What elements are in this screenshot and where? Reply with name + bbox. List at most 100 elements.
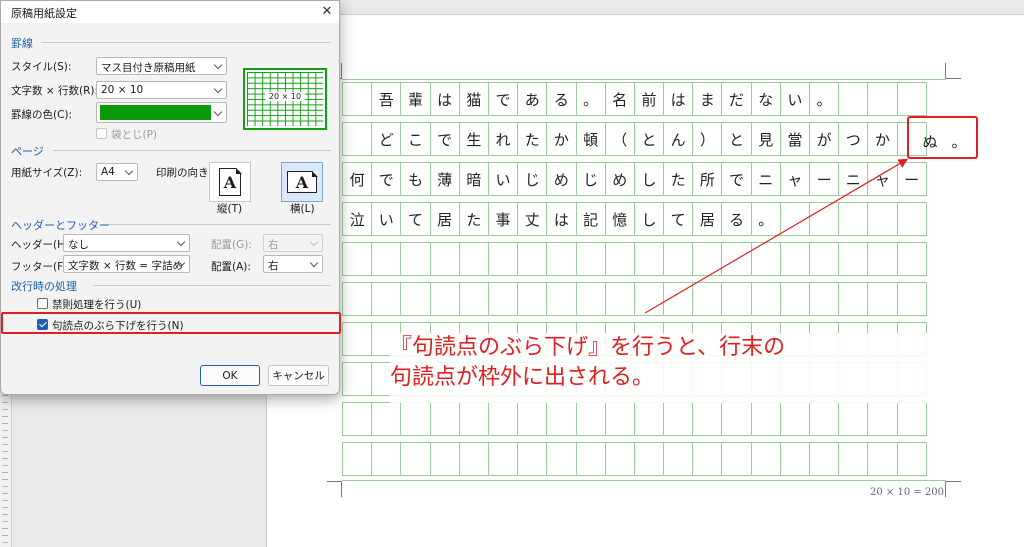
grid-cell[interactable]: 前 [633,82,665,116]
grid-cell[interactable] [371,242,402,276]
grid-cell[interactable]: ま [692,82,723,116]
grid-cell[interactable]: （ [604,122,635,156]
grid-cell[interactable]: し [633,162,665,196]
footer-align-select[interactable]: 右 [263,255,323,273]
grid-cell[interactable] [663,242,694,276]
grid-cell[interactable] [487,442,519,476]
grid-cell[interactable] [779,442,810,476]
grid-cell[interactable]: 何 [342,162,373,196]
grid-cell[interactable]: ャ [779,162,810,196]
grid-cell[interactable] [896,442,927,476]
grid-cell[interactable] [867,82,898,116]
grid-cell[interactable] [517,402,548,436]
grid-cell[interactable]: ー [809,162,840,196]
grid-cell[interactable] [838,202,869,236]
kinsoku-checkbox[interactable] [37,298,48,309]
grid-cell[interactable] [896,242,927,276]
grid-cell[interactable] [750,402,781,436]
grid-cell[interactable]: は [546,202,577,236]
grid-cell[interactable] [400,282,431,316]
grid-cell[interactable]: も [400,162,431,196]
grid-cell[interactable] [517,442,548,476]
grid-cell[interactable]: 居 [692,202,723,236]
grid-cell[interactable]: 輩 [400,82,431,116]
grid-cell[interactable] [517,282,548,316]
grid-cell[interactable] [721,242,752,276]
grid-cell[interactable] [371,282,402,316]
grid-cell[interactable]: で [721,162,752,196]
grid-cell[interactable] [809,402,840,436]
grid-cell[interactable] [604,282,635,316]
grid-cell[interactable] [779,202,810,236]
grid-cell[interactable]: 見 [750,122,781,156]
grid-cell[interactable]: ニ [750,162,781,196]
grid-cell[interactable] [896,282,927,316]
grid-cell[interactable] [342,442,373,476]
grid-cell[interactable] [400,242,431,276]
grid-cell[interactable] [458,402,489,436]
grid-cell[interactable] [342,82,373,116]
cancel-button[interactable]: キャンセル [268,365,329,386]
grid-cell[interactable] [575,442,606,476]
grid-cell[interactable] [604,442,635,476]
grid-cell[interactable]: 頓 [575,122,606,156]
close-icon[interactable]: ✕ [319,3,335,19]
grid-cell[interactable]: 名 [604,82,635,116]
grid-cell[interactable]: 丈 [517,202,548,236]
line-color-select[interactable] [96,102,227,123]
grid-cell[interactable]: あ [517,82,548,116]
grid-cell[interactable] [342,322,373,356]
grid-cell[interactable] [429,402,460,436]
grid-cell[interactable] [342,282,373,316]
grid-cell[interactable] [809,442,840,476]
grid-cell[interactable]: 事 [487,202,519,236]
grid-cell[interactable] [692,242,723,276]
grid-cell[interactable]: い [371,202,402,236]
grid-cell[interactable] [838,402,869,436]
grid-cell[interactable] [546,282,577,316]
grid-cell[interactable] [809,282,840,316]
grid-cell[interactable] [809,202,840,236]
grid-cell[interactable] [575,282,606,316]
grid-cell[interactable] [838,282,869,316]
grid-cell[interactable]: 當 [779,122,810,156]
grid-cell[interactable]: で [487,82,519,116]
grid-cell[interactable] [750,282,781,316]
grid-cell[interactable] [487,402,519,436]
grid-cell[interactable]: で [429,122,460,156]
grid-cell[interactable] [867,242,898,276]
grid-cell[interactable]: 泣 [342,202,373,236]
grid-cell[interactable] [342,242,373,276]
grid-cell[interactable]: が [809,122,840,156]
grid-cell[interactable] [779,402,810,436]
grid-cell[interactable]: た [663,162,694,196]
grid-cell[interactable]: だ [721,82,752,116]
grid-cell[interactable] [867,282,898,316]
grid-cell[interactable] [867,202,898,236]
grid-cell[interactable] [867,442,898,476]
grid-cell[interactable] [400,402,431,436]
grid-cell[interactable]: か [546,122,577,156]
header-align-select[interactable]: 右 [263,234,323,252]
grid-cell[interactable] [809,242,840,276]
grid-cell[interactable]: る [721,202,752,236]
grid-cell[interactable]: て [663,202,694,236]
grid-cell[interactable] [692,282,723,316]
grid-cell[interactable] [429,282,460,316]
grid-cell[interactable] [517,242,548,276]
grid-cell[interactable] [721,282,752,316]
grid-cell[interactable] [487,242,519,276]
grid-cell[interactable] [458,442,489,476]
grid-cell[interactable] [487,282,519,316]
grid-cell[interactable]: た [517,122,548,156]
grid-cell[interactable] [458,242,489,276]
grid-cell[interactable] [896,202,927,236]
style-select[interactable]: マス目付き原稿用紙 [96,57,227,75]
fold-checkbox[interactable] [96,128,107,139]
grid-cell[interactable]: 猫 [458,82,489,116]
grid-cell[interactable] [692,402,723,436]
paper-size-select[interactable]: A4 [96,163,138,181]
grid-cell[interactable]: 憶 [604,202,635,236]
grid-cell[interactable]: つ [838,122,869,156]
grid-cell[interactable] [633,282,665,316]
